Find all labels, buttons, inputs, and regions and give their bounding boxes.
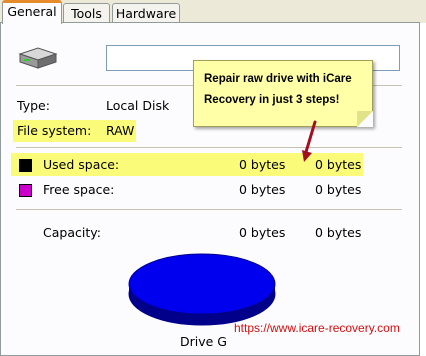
used-space-bytes: 0 bytes [239, 157, 286, 172]
capacity-bytes: 0 bytes [239, 225, 286, 240]
type-value: Local Disk [106, 98, 170, 113]
free-space-size: 0 bytes [315, 182, 362, 197]
hard-drive-icon [18, 47, 58, 69]
capacity-label: Capacity: [43, 225, 101, 240]
separator [16, 209, 402, 210]
free-space-bytes: 0 bytes [239, 182, 286, 197]
free-space-label: Free space: [43, 182, 115, 197]
callout-line-1: Repair raw drive with iCare [204, 73, 352, 85]
tab-general[interactable]: General [2, 0, 62, 24]
tab-strip: General Tools Hardware [0, 0, 426, 24]
capacity-size: 0 bytes [315, 225, 362, 240]
callout-line-2: Recovery in just 3 steps! [204, 94, 340, 106]
arrow-icon [302, 120, 317, 162]
drive-label: Drive G [180, 334, 227, 349]
tab-hardware[interactable]: Hardware [112, 3, 180, 22]
used-space-label: Used space: [43, 157, 120, 172]
free-space-swatch [19, 184, 32, 197]
used-space-swatch [19, 159, 32, 172]
callout-note: Repair raw drive with iCare Recovery in … [193, 60, 373, 127]
separator [16, 147, 402, 148]
filesystem-label: File system: [17, 123, 92, 138]
filesystem-value: RAW [106, 123, 135, 138]
callout-fold [357, 111, 373, 127]
type-label: Type: [17, 98, 50, 113]
watermark-link[interactable]: https://www.icare-recovery.com [234, 321, 400, 335]
tab-tools[interactable]: Tools [63, 3, 110, 22]
capacity-pie-chart [128, 253, 276, 326]
